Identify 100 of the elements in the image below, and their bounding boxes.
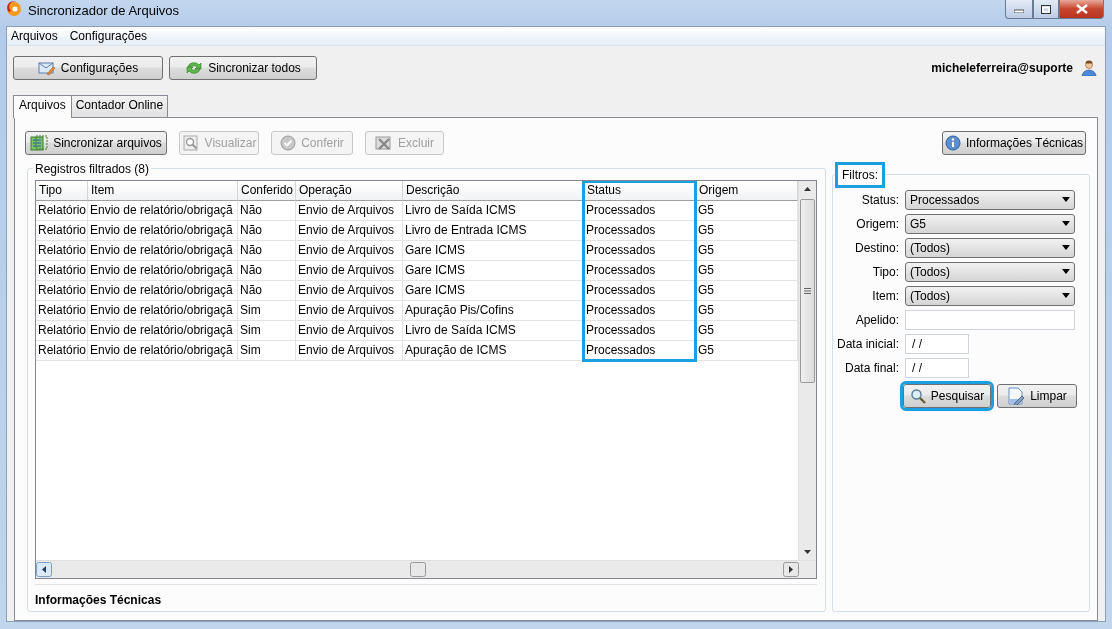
filters-title: Filtros:: [835, 161, 885, 188]
table-cell: Envio de relatório/obrigaçã: [88, 340, 238, 361]
table-cell: Envio de relatório/obrigaçã: [88, 240, 238, 261]
info-button[interactable]: Informações Técnicas: [942, 130, 1086, 155]
table-cell: Sim: [238, 340, 296, 361]
table-cell: Envio de relatório/obrigaçã: [88, 260, 238, 281]
table-cell: Livro de Saída ICMS: [403, 320, 584, 341]
table-cell: Processados: [584, 300, 696, 321]
magnifier-page-icon: [181, 134, 200, 151]
search-icon: [909, 387, 926, 404]
field-label: Tipo:: [871, 264, 899, 279]
table-cell: Processados: [584, 340, 696, 361]
menu-item[interactable]: Configurações: [65, 28, 154, 43]
caret-icon: [1062, 221, 1070, 227]
table-cell: Envio de relatório/obrigaçã: [88, 220, 238, 241]
table-cell: Gare ICMS: [403, 260, 584, 281]
settings-button[interactable]: Configurações: [13, 55, 163, 80]
field-label: Origem:: [855, 216, 899, 231]
close-icon: [1075, 4, 1088, 14]
scrollbar-thumb[interactable]: [800, 198, 815, 383]
table-cell: Não: [238, 220, 296, 241]
table-cell: Envio de Arquivos: [296, 300, 403, 321]
sync-arrows-icon: [185, 59, 204, 76]
table-cell: Processados: [584, 320, 696, 341]
table-cell: Relatório: [36, 280, 88, 301]
clear-button[interactable]: Limpar: [997, 383, 1077, 408]
date-field[interactable]: / /: [905, 357, 969, 378]
table-cell: Envio de Arquivos: [296, 280, 403, 301]
dropdown[interactable]: (Todos): [905, 261, 1075, 282]
column-header[interactable]: Tipo: [36, 180, 88, 201]
scroll-up-icon: [804, 186, 811, 191]
table-cell: Apuração Pis/Cofins: [403, 300, 584, 321]
table-cell: Processados: [584, 240, 696, 261]
table-cell: Gare ICMS: [403, 240, 584, 261]
table-cell: Sim: [238, 320, 296, 341]
table-cell: Apuração de ICMS: [403, 340, 584, 361]
maximize-icon: [1041, 4, 1051, 14]
tab[interactable]: Arquivos: [13, 94, 72, 118]
table-cell: Envio de Arquivos: [296, 340, 403, 361]
table-cell: Relatório: [36, 220, 88, 241]
table-cell: Envio de relatório/obrigaçã: [88, 320, 238, 341]
caret-icon: [1062, 197, 1070, 203]
search-button[interactable]: Pesquisar: [903, 383, 991, 408]
table-cell: Relatório: [36, 300, 88, 321]
table-cell: Relatório: [36, 240, 88, 261]
dropdown[interactable]: G5: [905, 213, 1075, 234]
dropdown[interactable]: Processados: [905, 189, 1075, 210]
sync-all-button[interactable]: Sincronizar todos: [169, 55, 317, 80]
date-field[interactable]: / /: [905, 333, 969, 354]
envelope-wrench-icon: [37, 59, 56, 76]
table-cell: Envio de relatório/obrigaçã: [88, 300, 238, 321]
table-cell: Envio de relatório/obrigaçã: [88, 280, 238, 301]
table-cell: Sim: [238, 300, 296, 321]
dropdown[interactable]: (Todos): [905, 285, 1075, 306]
input-field[interactable]: [905, 309, 1075, 330]
table-cell: Processados: [584, 220, 696, 241]
tab[interactable]: Contador Online: [70, 94, 169, 117]
table-cell: Relatório: [36, 340, 88, 361]
table-cell: Não: [238, 260, 296, 281]
field-label: Data final:: [843, 360, 899, 375]
column-header[interactable]: Conferido: [238, 180, 296, 201]
minimize-button[interactable]: [1005, 0, 1033, 19]
grip-icon: [804, 287, 811, 294]
files-icon: [30, 134, 49, 151]
section-title: Informações Técnicas: [35, 583, 817, 607]
table-cell: Livro de Entrada ICMS: [403, 220, 584, 241]
app-logo-icon: [6, 0, 22, 16]
check-circle-icon: [280, 134, 297, 151]
column-header[interactable]: Operação: [296, 180, 403, 201]
scroll-left-icon: [36, 561, 52, 577]
caret-icon: [1062, 245, 1070, 251]
user-icon: [1081, 59, 1097, 76]
caret-icon: [1062, 269, 1070, 275]
page-pencil-icon: [1007, 386, 1026, 405]
table-cell: Envio de relatório/obrigaçã: [88, 200, 238, 221]
table-cell: Gare ICMS: [403, 280, 584, 301]
table-cell: Relatório: [36, 320, 88, 341]
group-title: Registros filtrados (8): [34, 161, 151, 176]
table-cell: Envio de Arquivos: [296, 200, 403, 221]
table-cell: Envio de Arquivos: [296, 320, 403, 341]
table-cell: Envio de Arquivos: [296, 240, 403, 261]
column-header[interactable]: Origem: [696, 180, 798, 201]
close-button[interactable]: [1059, 0, 1104, 19]
maximize-button[interactable]: [1033, 0, 1059, 19]
delete-x-icon: [375, 134, 393, 151]
table-cell: Envio de Arquivos: [296, 220, 403, 241]
table-cell: Processados: [584, 280, 696, 301]
field-label: Destino:: [853, 240, 899, 255]
scroll-down-icon: [804, 549, 811, 554]
user-name: micheleferreira@suporte: [931, 60, 1073, 75]
table-cell: Não: [238, 200, 296, 221]
dropdown[interactable]: (Todos): [905, 237, 1075, 258]
field-label: Item:: [871, 288, 899, 303]
sync-files-button[interactable]: Sincronizar arquivos: [25, 130, 167, 155]
table-cell: Não: [238, 280, 296, 301]
column-header[interactable]: Item: [88, 180, 238, 201]
window-title: Sincronizador de Arquivos: [28, 3, 180, 18]
field-label: Data inicial:: [835, 336, 899, 351]
table-cell: Não: [238, 240, 296, 261]
menu-item[interactable]: Arquivos: [7, 28, 64, 43]
